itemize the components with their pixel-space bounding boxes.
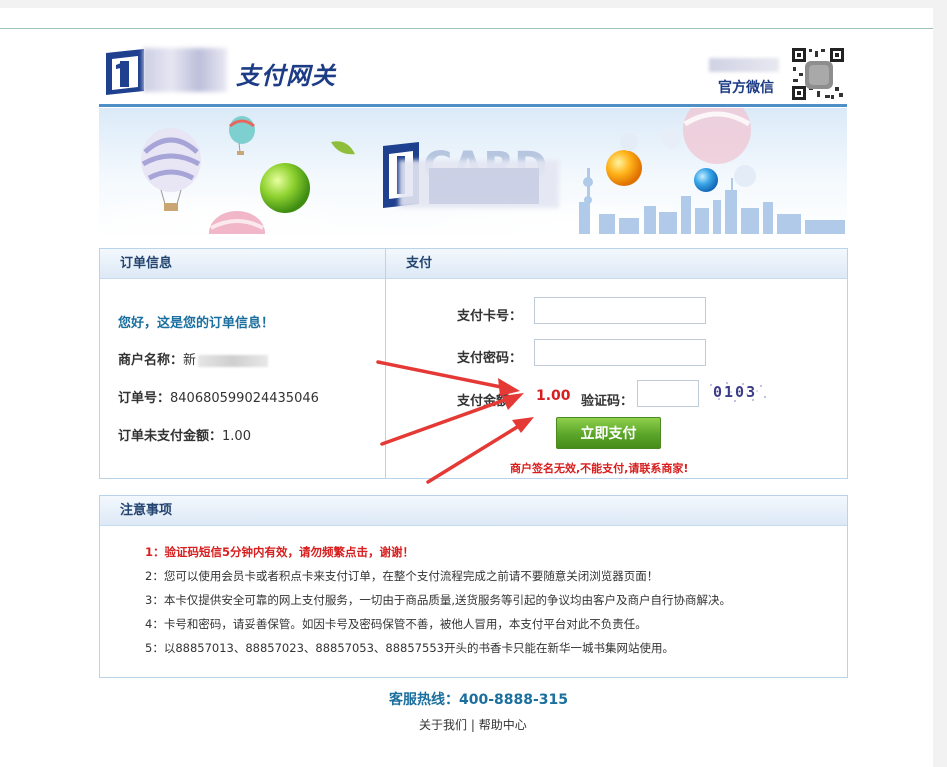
- unpaid-amount-row: 订单未支付金额：1.00: [118, 425, 251, 444]
- signature-error-message: 商户签名无效,不能支付,请联系商家!: [510, 462, 689, 475]
- hotline-label: 客服热线：: [389, 692, 459, 708]
- captcha-label: 验证码：: [581, 394, 634, 409]
- top-divider: [0, 28, 933, 29]
- wechat-label: 官方微信: [718, 80, 774, 96]
- order-info-panel: 订单信息 您好，这是您的订单信息！ 商户名称：新 订单号：84068059902…: [99, 248, 386, 479]
- payment-heading: 支付: [386, 249, 847, 279]
- merchant-name-row: 商户名称：新: [118, 349, 269, 368]
- merchant-name-label: 商户名称：: [118, 353, 184, 368]
- payment-password-label: 支付密码：: [457, 351, 523, 366]
- payment-amount-label: 支付金额：: [457, 394, 523, 409]
- hotline-number: 400-8888-315: [459, 692, 569, 708]
- notice-item: 5：以88857013、88857023、88857053、88857553开头…: [145, 641, 674, 655]
- banner-illustration: CARD: [99, 108, 847, 238]
- payment-panel: 支付 支付卡号： 支付密码： 支付金额： 1.00 验证码： 0103 立即支付…: [385, 248, 848, 479]
- window-top-edge: [0, 0, 947, 8]
- page-title: 支付网关: [236, 62, 336, 90]
- footer-links: 关于我们 | 帮助中心: [419, 716, 527, 733]
- order-info-heading: 订单信息: [100, 249, 385, 279]
- payment-password-input[interactable]: [534, 339, 706, 366]
- page-header: 支付网关 官方微信: [99, 40, 847, 106]
- card-number-label: 支付卡号：: [457, 309, 523, 324]
- notice-item: 4：卡号和密码，请妥善保管。如因卡号及密码保管不善，被他人冒用，本支付平台对此不…: [145, 617, 647, 631]
- notice-item: 1：验证码短信5分钟内有效，请勿频繁点击，谢谢！: [145, 545, 415, 559]
- order-greeting: 您好，这是您的订单信息！: [118, 316, 275, 331]
- header-rule: [99, 104, 847, 107]
- wechat-qr-code-icon: [791, 47, 845, 101]
- about-us-link[interactable]: 关于我们: [419, 718, 467, 732]
- merchant-name-redacted: [198, 354, 269, 367]
- unpaid-amount-value: 1.00: [222, 429, 251, 444]
- wechat-account-redacted: [709, 58, 779, 72]
- notice-item: 3：本卡仅提供安全可靠的网上支付服务，一切由于商品质量,送货服务等引起的争议均由…: [145, 593, 731, 607]
- help-center-link[interactable]: 帮助中心: [479, 718, 527, 732]
- notice-list: 1：验证码短信5分钟内有效，请勿频繁点击，谢谢！ 2：您可以使用会员卡或者积点卡…: [145, 544, 731, 664]
- customer-hotline: 客服热线：400-8888-315: [389, 689, 568, 709]
- merchant-name-value: 新: [183, 353, 197, 368]
- order-number-label: 订单号：: [118, 391, 171, 406]
- notice-heading: 注意事项: [100, 496, 847, 526]
- pay-now-button[interactable]: 立即支付: [556, 417, 661, 449]
- logo-text-redacted: [143, 48, 227, 92]
- footer-separator: |: [470, 718, 475, 732]
- unpaid-amount-label: 订单未支付金额：: [118, 429, 223, 444]
- window-right-edge: [933, 0, 947, 767]
- payment-amount-value: 1.00: [536, 388, 571, 404]
- order-number-row: 订单号：840680599024435046: [118, 387, 319, 406]
- captcha-text: 0103: [713, 383, 757, 401]
- notice-item: 2：您可以使用会员卡或者积点卡来支付订单，在整个支付流程完成之前请不要随意关闭浏…: [145, 569, 659, 583]
- card-number-input[interactable]: [534, 297, 706, 324]
- onecard-logo-icon: [106, 49, 144, 95]
- captcha-input[interactable]: [637, 380, 699, 407]
- captcha-image[interactable]: 0103: [707, 379, 769, 405]
- promo-banner: CARD: [99, 108, 847, 238]
- notice-panel: 注意事项 1：验证码短信5分钟内有效，请勿频繁点击，谢谢！ 2：您可以使用会员卡…: [99, 495, 848, 678]
- order-number-value: 840680599024435046: [170, 391, 319, 406]
